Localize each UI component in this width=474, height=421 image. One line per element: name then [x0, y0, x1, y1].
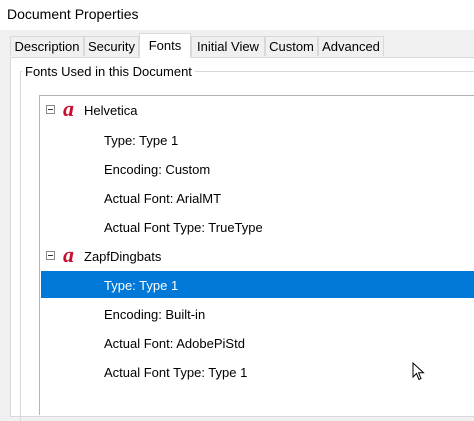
tree-item-actual-font[interactable]: Actual Font: AdobePiStd [104, 330, 245, 357]
tab-initial-view[interactable]: Initial View [191, 36, 265, 56]
font-name: ZapfDingbats [84, 249, 162, 264]
tab-security[interactable]: Security [84, 36, 139, 56]
collapse-minus-icon[interactable] [46, 251, 55, 260]
tree-item-actual-font-type[interactable]: Actual Font Type: TrueType [104, 214, 263, 241]
adobe-font-icon: a [63, 96, 74, 121]
tree-item-actual-font[interactable]: Actual Font: ArialMT [104, 185, 221, 212]
tree-item-encoding[interactable]: Encoding: Custom [104, 156, 210, 183]
tab-strip: Description Security Fonts Initial View … [10, 33, 474, 58]
collapse-minus-icon[interactable] [46, 105, 55, 114]
window-title: Document Properties [7, 6, 139, 22]
group-label: Fonts Used in this Document [22, 64, 195, 79]
tree-item-encoding[interactable]: Encoding: Built-in [104, 301, 205, 328]
title-bar: Document Properties [0, 0, 474, 30]
adobe-font-icon: a [63, 242, 74, 267]
tree-node-zapfdingbats[interactable]: a ZapfDingbats [46, 243, 246, 270]
font-name: Helvetica [84, 103, 138, 118]
mouse-pointer-icon [412, 362, 425, 381]
tab-custom[interactable]: Custom [265, 36, 318, 56]
tree-item-actual-font-type[interactable]: Actual Font Type: Type 1 [104, 359, 247, 386]
tree-node-helvetica[interactable]: a Helvetica [46, 97, 246, 124]
tree-item-type[interactable]: Type: Type 1 [104, 127, 178, 154]
tree-item-type-selected[interactable]: Type: Type 1 [104, 272, 178, 299]
tab-fonts[interactable]: Fonts [139, 33, 191, 58]
tab-description[interactable]: Description [10, 36, 84, 56]
tab-advanced[interactable]: Advanced [318, 36, 384, 56]
